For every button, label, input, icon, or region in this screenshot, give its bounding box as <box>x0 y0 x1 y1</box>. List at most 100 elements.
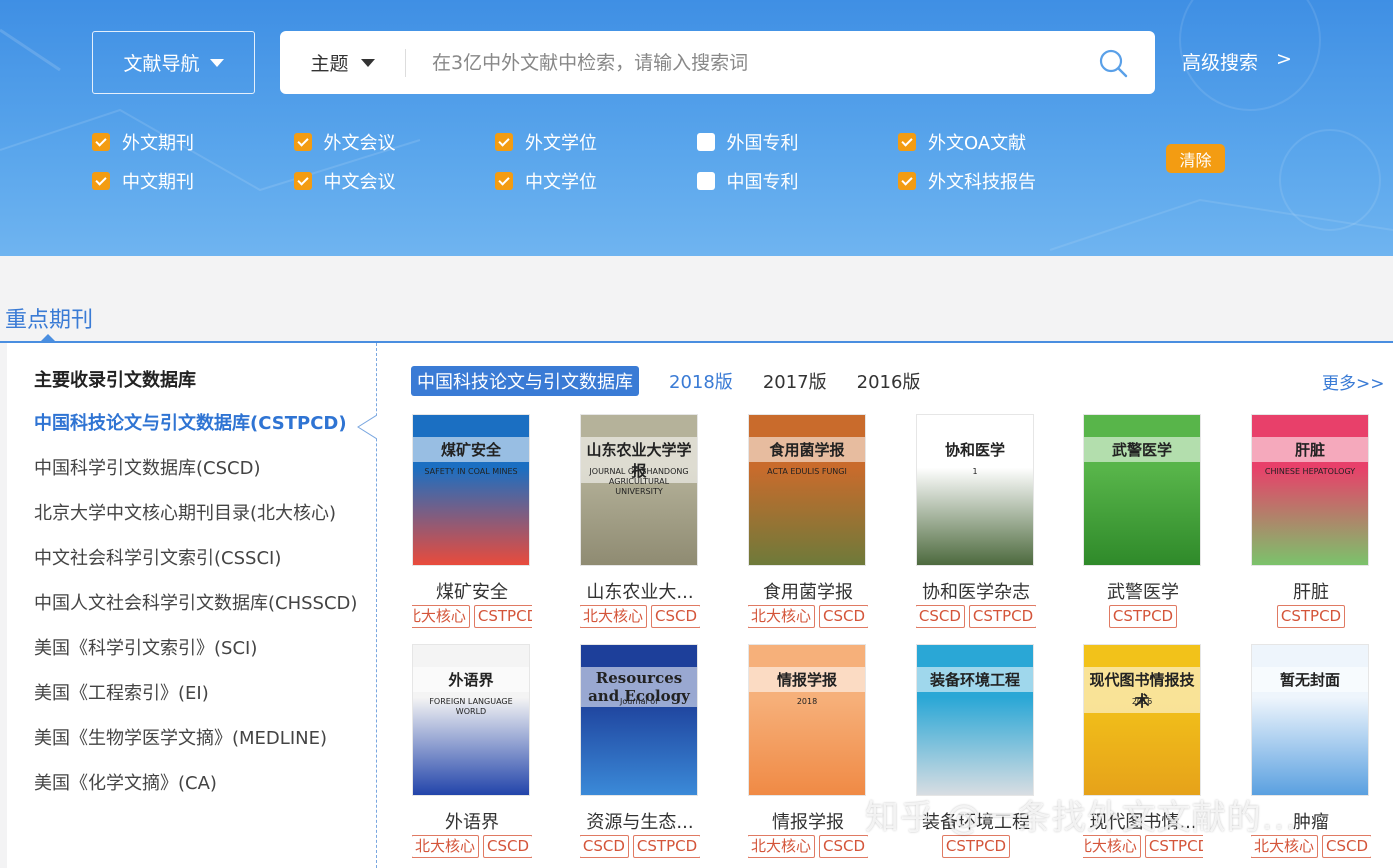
index-badge: CSTPCD <box>941 835 1011 858</box>
checkbox[interactable] <box>92 172 110 190</box>
journal-name[interactable]: 外语界 <box>412 808 532 832</box>
journal-name[interactable]: 肿瘤 <box>1251 808 1371 832</box>
journal-card[interactable]: 现代图书情报技术2016 现代图书情... 北大核心CSTPCD <box>1083 644 1203 859</box>
cover-subtitle: ACTA EDULIS FUNGI <box>767 467 847 476</box>
journal-card[interactable]: Resources and Ecology Journal of 资源与生态... C… <box>580 644 700 859</box>
cover-subtitle: 2018 <box>796 697 818 706</box>
journal-card[interactable]: 肝脏 CHINESE HEPATOLOGY 肝脏 CSTPCD <box>1251 414 1371 629</box>
filter-foreign-patent[interactable]: 外国专利 <box>696 129 899 155</box>
literature-nav-dropdown[interactable]: 文献导航 <box>92 31 255 94</box>
tab-2018[interactable]: 2018版 <box>669 368 733 394</box>
journal-name[interactable]: 山东农业大... <box>580 578 700 602</box>
filter-label: 外文期刊 <box>122 133 194 154</box>
cover-subtitle: SAFETY IN COAL MINES <box>424 467 518 476</box>
journal-card[interactable]: 煤矿安全 SAFETY IN COAL MINES 煤矿安全北大核心CSTPCD <box>412 414 532 629</box>
journal-cover[interactable]: 武警医学 <box>1083 414 1201 566</box>
filter-foreign-conference[interactable]: 外文会议 <box>293 129 496 155</box>
search-input[interactable] <box>432 45 1072 81</box>
journal-name[interactable]: 情报学报 <box>748 808 868 832</box>
journal-card[interactable]: 暂无封面肿瘤北大核心 CSCD <box>1251 644 1371 859</box>
checkbox[interactable] <box>92 133 110 151</box>
tab-2016[interactable]: 2016版 <box>857 368 921 394</box>
journal-card[interactable]: 食用菌学报 ACTA EDULIS FUNGI 食用菌学报 北大核心 CSCD <box>748 414 868 629</box>
journal-badges: CSTPCD <box>1251 605 1371 629</box>
journal-card[interactable]: 协和医学 1 协和医学杂志 CSCD CSTPCD <box>916 414 1036 629</box>
journal-badges: 北大核心 CSCD <box>1251 835 1371 859</box>
caret-down-icon <box>209 58 224 67</box>
cover-title: 武警医学 <box>1084 437 1200 462</box>
journal-cover[interactable]: 情报学报 2018 <box>748 644 866 796</box>
index-badge: CSCD <box>1322 835 1371 858</box>
journal-cover[interactable]: 肝脏 CHINESE HEPATOLOGY <box>1251 414 1369 566</box>
database-item-ei[interactable]: 美国《工程索引》(EI) <box>34 671 379 716</box>
section-title: 重点期刊 <box>5 308 94 333</box>
journal-card[interactable]: 情报学报 2018 情报学报北大核心 CSCD <box>748 644 868 859</box>
filter-chinese-journal[interactable]: 中文期刊 <box>92 168 294 194</box>
journal-name[interactable]: 食用菌学报 <box>748 578 868 602</box>
filter-foreign-tech-report[interactable]: 外文科技报告 <box>898 168 1100 194</box>
journal-name[interactable]: 协和医学杂志 <box>916 578 1036 602</box>
tab-2017[interactable]: 2017版 <box>763 368 827 394</box>
database-item-cssci[interactable]: 中文社会科学引文索引(CSSCI) <box>34 536 379 581</box>
journal-cover[interactable]: 暂无封面 <box>1251 644 1369 796</box>
cover-subtitle: CHINESE HEPATOLOGY <box>1264 467 1356 476</box>
filter-foreign-oa[interactable]: 外文OA文献 <box>898 129 1100 155</box>
checkbox[interactable] <box>696 172 715 190</box>
index-badge: CSCD <box>580 835 629 858</box>
clear-button[interactable]: 清除 <box>1166 144 1225 173</box>
journal-name[interactable]: 装备环境工程 <box>916 808 1036 832</box>
journal-cover[interactable]: 食用菌学报 ACTA EDULIS FUNGI <box>748 414 866 566</box>
journal-card[interactable]: 山东农业大学学报 JOURNAL OF SHANDONG AGRICULTURAL… <box>580 414 700 629</box>
index-badge: 北大核心 <box>748 605 815 628</box>
journal-name[interactable]: 武警医学 <box>1083 578 1203 602</box>
journal-name[interactable]: 现代图书情... <box>1083 808 1203 832</box>
tab-cstpcd[interactable]: 中国科技论文与引文数据库 <box>411 366 639 396</box>
index-badge: CSTPCD <box>473 605 532 628</box>
filter-foreign-degree[interactable]: 外文学位 <box>495 129 697 155</box>
active-pointer-icon <box>357 415 377 439</box>
search-icon[interactable] <box>1098 48 1128 78</box>
journal-card[interactable]: 外语界 FOREIGN LANGUAGE WORLD 外语界北大核心 CSCD <box>412 644 532 859</box>
index-badge: CSCD <box>483 835 532 858</box>
search-type-label: 主题 <box>310 53 349 75</box>
filter-chinese-patent[interactable]: 中国专利 <box>696 168 899 194</box>
advanced-search-link[interactable]: 高级搜索 > <box>1182 48 1292 75</box>
database-item-ca[interactable]: 美国《化学文摘》(CA) <box>34 761 379 806</box>
database-item-chsscd[interactable]: 中国人文社会科学引文数据库(CHSSCD) <box>34 581 379 626</box>
checkbox[interactable] <box>696 133 715 151</box>
checkbox[interactable] <box>898 133 916 151</box>
journal-cover[interactable]: 煤矿安全 SAFETY IN COAL MINES <box>412 414 530 566</box>
database-item-sci[interactable]: 美国《科学引文索引》(SCI) <box>34 626 379 671</box>
journal-cover[interactable]: 山东农业大学学报 JOURNAL OF SHANDONG AGRICULTURAL… <box>580 414 698 566</box>
journal-cover[interactable]: 装备环境工程 <box>916 644 1034 796</box>
filter-foreign-journal[interactable]: 外文期刊 <box>92 129 294 155</box>
database-item-cstpcd[interactable]: 中国科技论文与引文数据库(CSTPCD) <box>34 401 379 446</box>
checkbox[interactable] <box>495 172 513 190</box>
filter-chinese-degree[interactable]: 中文学位 <box>495 168 697 194</box>
checkbox[interactable] <box>293 133 312 151</box>
more-link[interactable]: 更多>> <box>1322 369 1385 394</box>
journal-badges: 北大核心 CSCD <box>412 835 532 859</box>
journal-cover[interactable]: 外语界 FOREIGN LANGUAGE WORLD <box>412 644 530 796</box>
database-item-medline[interactable]: 美国《生物学医学文摘》(MEDLINE) <box>34 716 379 761</box>
filter-chinese-conference[interactable]: 中文会议 <box>293 168 496 194</box>
checkbox[interactable] <box>293 172 312 190</box>
journal-name[interactable]: 煤矿安全 <box>412 578 532 602</box>
caret-down-icon <box>360 58 375 67</box>
checkbox[interactable] <box>495 133 513 151</box>
journal-badges: CSTPCD <box>1083 605 1203 629</box>
checkbox[interactable] <box>898 172 916 190</box>
journal-name[interactable]: 资源与生态... <box>580 808 700 832</box>
journal-badges: 北大核心 CSCD <box>748 835 868 859</box>
database-item-pku-core[interactable]: 北京大学中文核心期刊目录(北大核心) <box>34 491 379 536</box>
database-item-cscd[interactable]: 中国科学引文数据库(CSCD) <box>34 446 379 491</box>
journal-card[interactable]: 武警医学 武警医学 CSTPCD <box>1083 414 1203 629</box>
journal-cover[interactable]: 协和医学 1 <box>916 414 1034 566</box>
journal-cover[interactable]: Resources and Ecology Journal of <box>580 644 698 796</box>
cover-subtitle: Journal of <box>620 697 658 706</box>
index-badge: CSCD <box>651 605 700 628</box>
search-type-dropdown[interactable]: 主题 <box>280 31 405 94</box>
journal-name[interactable]: 肝脏 <box>1251 578 1371 602</box>
journal-card[interactable]: 装备环境工程 装备环境工程 CSTPCD <box>916 644 1036 859</box>
journal-cover[interactable]: 现代图书情报技术 2016 <box>1083 644 1201 796</box>
